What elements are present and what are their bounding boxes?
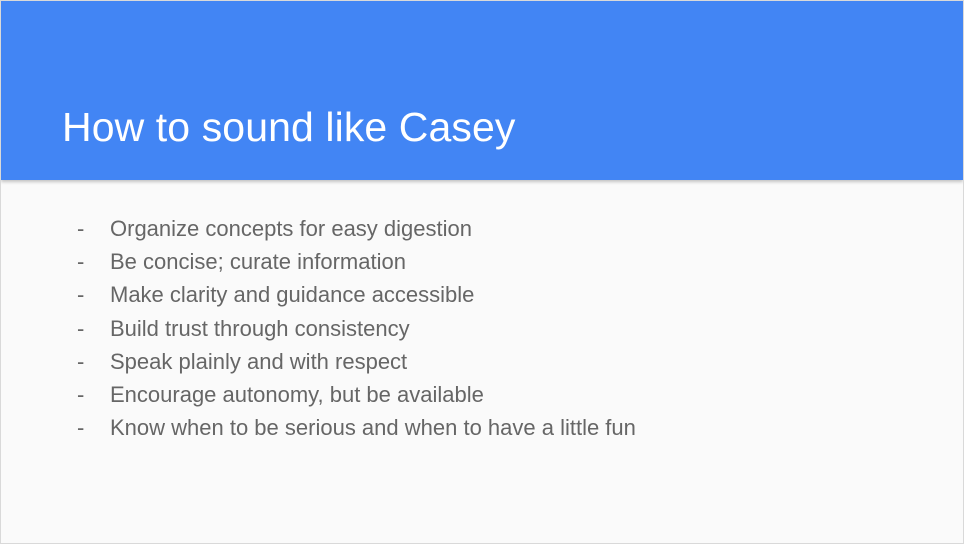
bullet-item: - Make clarity and guidance accessible — [77, 278, 636, 311]
bullet-marker: - — [77, 415, 85, 441]
bullet-marker: - — [77, 216, 85, 241]
bullet-list: - Organize concepts for easy digestion -… — [77, 212, 636, 444]
bullet-item: - Know when to be serious and when to ha… — [77, 411, 636, 444]
bullet-text: Know when to be serious and when to have… — [110, 415, 636, 441]
bullet-text: Make clarity and guidance accessible — [110, 282, 475, 308]
bullet-text: Speak plainly and with respect — [110, 348, 408, 374]
bullet-text: Organize concepts for easy digestion — [110, 216, 472, 241]
bullet-text: Encourage autonomy, but be available — [110, 381, 484, 407]
bullet-item: - Build trust through consistency — [77, 312, 636, 345]
slide: How to sound like Casey - Organize conce… — [0, 0, 964, 544]
bullet-marker: - — [77, 381, 85, 407]
title-banner: How to sound like Casey — [1, 1, 963, 180]
bullet-text: Build trust through consistency — [110, 315, 410, 341]
bullet-item: - Speak plainly and with respect — [77, 345, 636, 378]
bullet-marker: - — [77, 282, 85, 308]
bullet-marker: - — [77, 348, 85, 374]
slide-title: How to sound like Casey — [62, 104, 516, 150]
bullet-item: - Be concise; curate information — [77, 245, 636, 278]
bullet-marker: - — [77, 249, 85, 275]
bullet-marker: - — [77, 315, 85, 341]
bullet-item: - Organize concepts for easy digestion — [77, 212, 636, 245]
bullet-text: Be concise; curate information — [110, 249, 406, 275]
bullet-item: - Encourage autonomy, but be available — [77, 378, 636, 411]
